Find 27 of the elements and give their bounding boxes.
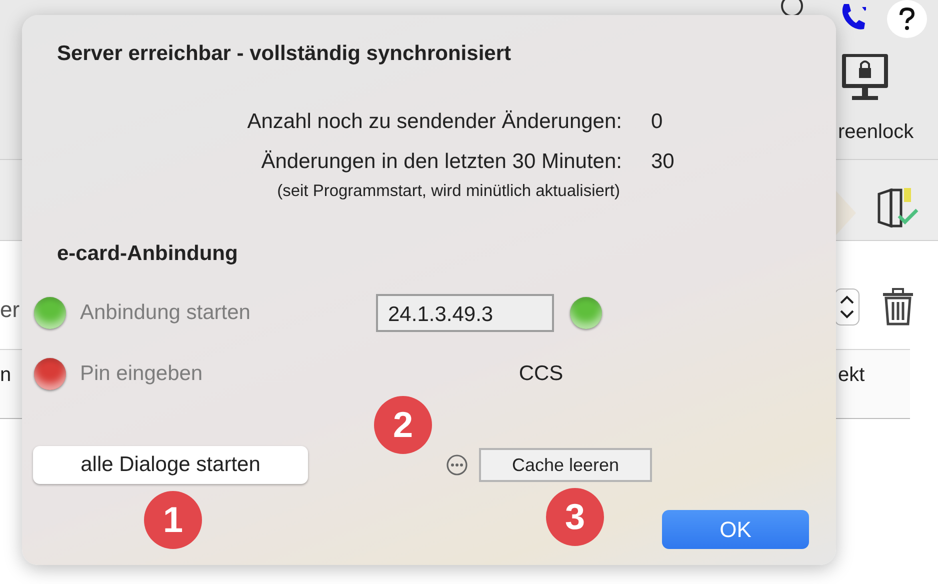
number-badge: 2 bbox=[374, 396, 432, 454]
field-text: er bbox=[0, 297, 20, 323]
stat-label: Änderungen in den letzten 30 Minuten: bbox=[260, 149, 622, 175]
number-badge: 1 bbox=[144, 491, 202, 549]
ok-button[interactable]: OK bbox=[662, 510, 809, 549]
mode-label: CCS bbox=[518, 362, 564, 386]
popover-title: Server erreichbar - vollständig synchronisiert bbox=[56, 42, 512, 67]
more-icon[interactable] bbox=[446, 454, 468, 476]
help-icon[interactable] bbox=[887, 0, 927, 38]
start-all-button[interactable]: alle Dialoge starten bbox=[33, 446, 308, 484]
clear-cache-button[interactable]: Cache leeren bbox=[479, 448, 652, 482]
connection-label: Pin eingeben bbox=[80, 362, 204, 386]
number-badge: 3 bbox=[546, 488, 604, 546]
connection-label: Anbindung starten bbox=[80, 300, 252, 324]
stat-label: Anzahl noch zu sendender Änderungen: bbox=[246, 109, 622, 135]
stat-value: 0 bbox=[651, 109, 664, 135]
trash-icon[interactable] bbox=[882, 288, 914, 326]
stat-value: 30 bbox=[651, 149, 676, 175]
stat-note: (seit Programmstart, wird minütlich aktualisiert) bbox=[276, 182, 621, 200]
stepper-icon[interactable] bbox=[834, 288, 860, 326]
toolbar-label[interactable]: reenlock bbox=[838, 121, 914, 144]
card-reader-icon[interactable] bbox=[875, 188, 921, 228]
column-header[interactable]: ekt bbox=[838, 364, 865, 387]
version-field[interactable]: 24.1.3.49.3 bbox=[376, 294, 554, 332]
search-icon[interactable] bbox=[779, 0, 805, 16]
section-title: e-card-Anbindung bbox=[56, 242, 239, 267]
column-header[interactable]: n bbox=[0, 364, 12, 387]
